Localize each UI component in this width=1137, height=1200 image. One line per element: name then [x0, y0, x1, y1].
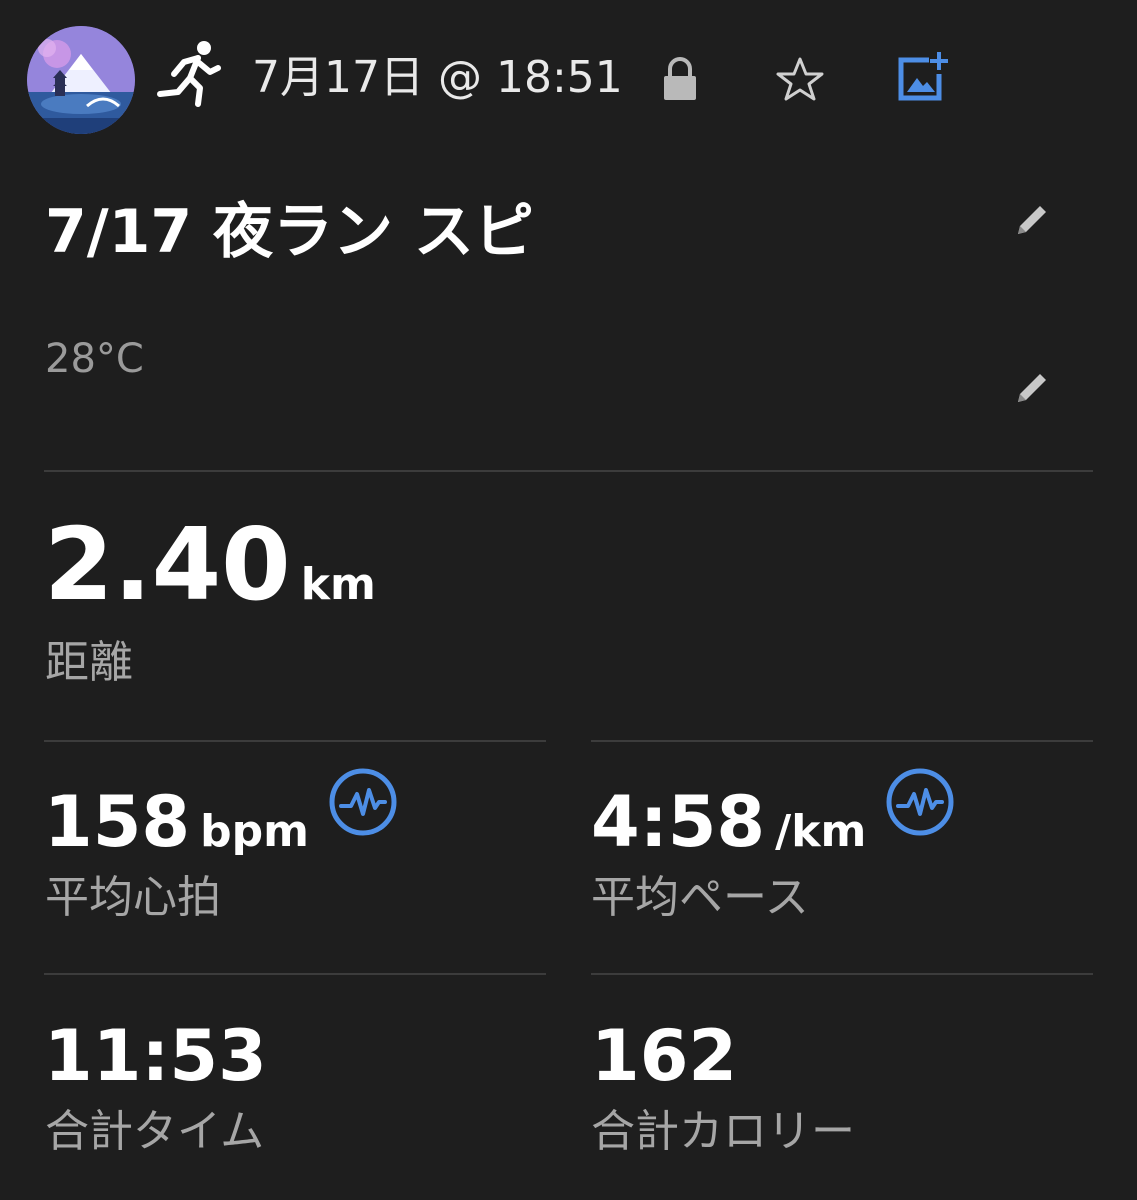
activity-date-time: 7月17日 @ 18:51	[252, 52, 623, 103]
avatar[interactable]	[27, 26, 135, 134]
divider	[44, 973, 546, 975]
total-calories-value: 162	[591, 1014, 737, 1098]
avg-pace-label: 平均ペース	[591, 872, 809, 923]
total-time-value: 11:53	[44, 1014, 267, 1098]
avg-heart-rate-value: 158 bpm	[44, 780, 309, 864]
temperature: 28°C	[45, 336, 144, 382]
pace-chart-icon[interactable]	[884, 766, 956, 838]
add-photo-icon[interactable]	[895, 52, 951, 104]
edit-notes-pencil-icon[interactable]	[1010, 366, 1054, 410]
total-calories-number: 162	[591, 1015, 738, 1097]
total-time-label: 合計タイム	[45, 1106, 265, 1157]
distance-label: 距離	[45, 637, 133, 688]
avg-heart-rate-label: 平均心拍	[45, 872, 221, 923]
divider	[591, 740, 1093, 742]
avg-heart-rate-number: 158	[44, 781, 191, 863]
total-time-number: 11:53	[44, 1015, 267, 1097]
total-calories-label: 合計カロリー	[591, 1106, 855, 1157]
edit-title-pencil-icon[interactable]	[1010, 198, 1054, 242]
activity-title: 7/17 夜ラン スピ	[45, 197, 534, 267]
distance-value: 2.40 km	[44, 505, 376, 625]
star-icon[interactable]	[776, 56, 824, 102]
distance-number: 2.40	[44, 506, 291, 623]
avg-heart-rate-unit: bpm	[200, 806, 309, 857]
avg-pace-value: 4:58/km	[591, 780, 866, 864]
lock-icon[interactable]	[660, 56, 700, 102]
avg-pace-number: 4:58	[591, 781, 766, 863]
divider	[44, 470, 1093, 472]
distance-unit: km	[300, 559, 376, 610]
divider	[591, 973, 1093, 975]
heart-rate-chart-icon[interactable]	[327, 766, 399, 838]
divider	[44, 740, 546, 742]
avatar-landscape-image	[27, 26, 135, 134]
running-icon	[152, 38, 224, 110]
avg-pace-unit: /km	[775, 806, 867, 857]
